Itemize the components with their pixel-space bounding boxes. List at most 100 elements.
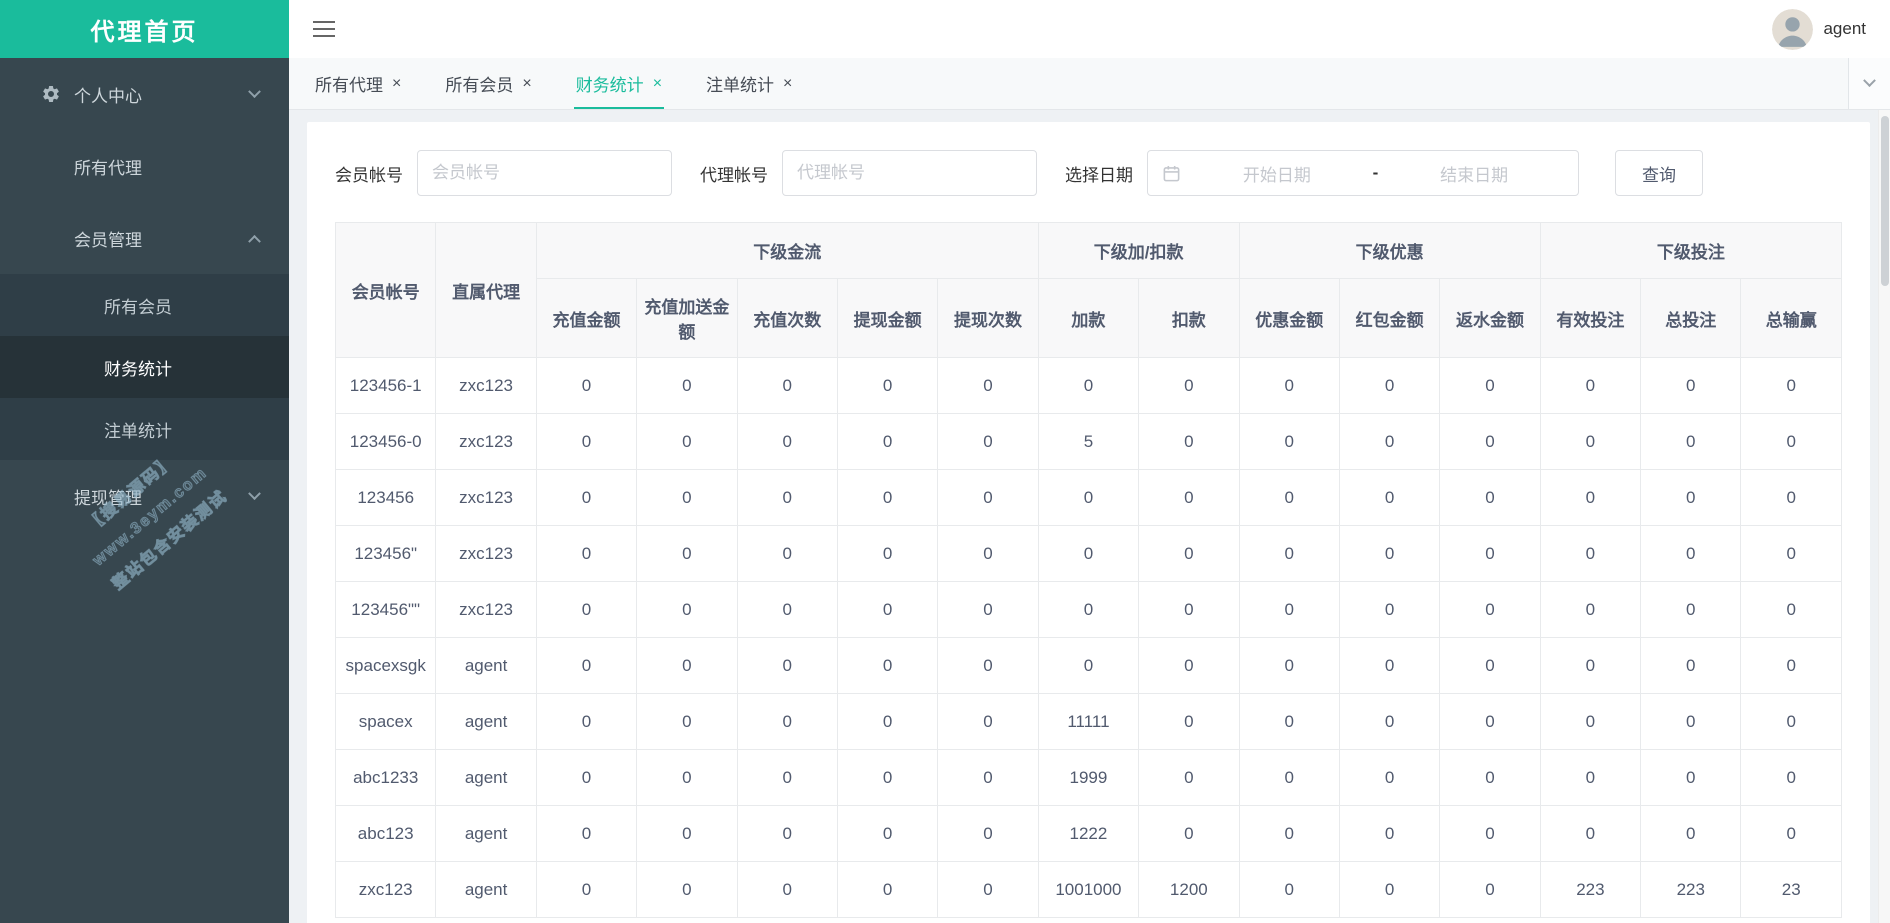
column-header: 提现次数 xyxy=(938,279,1038,358)
cell-value: 0 xyxy=(938,414,1038,470)
sidebar-item-all-members[interactable]: 所有会员 xyxy=(0,274,289,336)
cell-member-account: spacex xyxy=(336,694,436,750)
cell-value: 223 xyxy=(1641,862,1741,918)
cell-value: 0 xyxy=(737,862,837,918)
cell-value: 1001000 xyxy=(1038,862,1138,918)
cell-value: 0 xyxy=(1641,414,1741,470)
cell-value: 0 xyxy=(1139,414,1239,470)
table-row: 123456""zxc1230000000000000 xyxy=(336,582,1842,638)
cell-value: 0 xyxy=(1540,638,1640,694)
close-icon[interactable]: × xyxy=(522,76,531,92)
chevron-down-icon xyxy=(250,486,259,506)
cell-direct-agent: agent xyxy=(436,638,536,694)
sidebar-item-personal-center[interactable]: 个人中心 xyxy=(0,58,289,130)
cell-value: 0 xyxy=(637,694,737,750)
cell-value: 0 xyxy=(737,414,837,470)
cell-value: 0 xyxy=(737,358,837,414)
cell-value: 0 xyxy=(1440,526,1540,582)
cell-value: 5 xyxy=(1038,414,1138,470)
cell-value: 0 xyxy=(1440,582,1540,638)
cell-value: 0 xyxy=(1339,470,1439,526)
cell-direct-agent: agent xyxy=(436,806,536,862)
tab-finance-stats[interactable]: 财务统计 × xyxy=(570,58,668,109)
cell-value: 0 xyxy=(1239,414,1339,470)
cell-member-account: 123456-0 xyxy=(336,414,436,470)
column-header: 红包金额 xyxy=(1339,279,1439,358)
tabbar-collapse-button[interactable] xyxy=(1848,58,1890,109)
cell-value: 0 xyxy=(837,806,937,862)
cell-value: 0 xyxy=(1239,638,1339,694)
scrollbar-thumb[interactable] xyxy=(1881,116,1889,286)
close-icon[interactable]: × xyxy=(783,76,792,92)
cell-value: 0 xyxy=(1540,806,1640,862)
column-header: 充值加送金额 xyxy=(637,279,737,358)
cell-value: 0 xyxy=(1540,526,1640,582)
cell-value: 0 xyxy=(536,638,636,694)
column-header: 充值金额 xyxy=(536,279,636,358)
tab-label: 所有会员 xyxy=(445,71,513,96)
cell-value: 0 xyxy=(1239,694,1339,750)
cell-value: 0 xyxy=(637,470,737,526)
cell-value: 0 xyxy=(1339,694,1439,750)
cell-value: 0 xyxy=(1239,526,1339,582)
top-bar: agent xyxy=(289,0,1890,58)
agent-account-input[interactable] xyxy=(782,150,1037,196)
tab-bet-stats[interactable]: 注单统计 × xyxy=(700,58,798,109)
close-icon[interactable]: × xyxy=(392,76,401,92)
sidebar-item-finance-stats[interactable]: 财务统计 xyxy=(0,336,289,398)
tab-all-members[interactable]: 所有会员 × xyxy=(439,58,537,109)
tab-label: 注单统计 xyxy=(706,71,774,96)
cell-value: 0 xyxy=(837,526,937,582)
date-range-picker[interactable]: 开始日期 - 结束日期 xyxy=(1147,150,1579,196)
vertical-scrollbar[interactable] xyxy=(1878,110,1890,923)
user-menu[interactable]: agent xyxy=(1772,9,1866,50)
content-area: 会员帐号 代理帐号 选择日期 开始日期 - 结束日期 查询 xyxy=(289,110,1890,923)
table-row: 123456zxc1230000000000000 xyxy=(336,470,1842,526)
sidebar-item-bet-stats[interactable]: 注单统计 xyxy=(0,398,289,460)
tab-label: 所有代理 xyxy=(315,71,383,96)
main-area: agent 所有代理 × 所有会员 × 财务统计 × 注单统计 × xyxy=(289,0,1890,923)
cell-value: 0 xyxy=(1741,582,1842,638)
cell-value: 0 xyxy=(1239,470,1339,526)
sidebar: 代理首页 个人中心 所有代理 会员管理 所有会员 xyxy=(0,0,289,923)
hamburger-menu-icon[interactable] xyxy=(313,21,335,37)
sidebar-item-label: 注单统计 xyxy=(104,417,172,442)
cell-value: 0 xyxy=(837,638,937,694)
sidebar-item-withdrawal-management[interactable]: 提现管理 xyxy=(0,460,289,532)
query-button[interactable]: 查询 xyxy=(1615,150,1703,196)
cell-value: 0 xyxy=(938,694,1038,750)
cell-direct-agent: zxc123 xyxy=(436,358,536,414)
cell-value: 0 xyxy=(938,806,1038,862)
cell-value: 0 xyxy=(1540,750,1640,806)
filter-bar: 会员帐号 代理帐号 选择日期 开始日期 - 结束日期 查询 xyxy=(335,150,1842,196)
tab-all-agents[interactable]: 所有代理 × xyxy=(309,58,407,109)
cell-value: 0 xyxy=(1139,694,1239,750)
cell-value: 0 xyxy=(1641,806,1741,862)
cell-value: 0 xyxy=(536,470,636,526)
cell-value: 0 xyxy=(1641,638,1741,694)
table-row: 123456"zxc1230000000000000 xyxy=(336,526,1842,582)
cell-value: 0 xyxy=(1641,526,1741,582)
cell-value: 0 xyxy=(938,358,1038,414)
cell-direct-agent: zxc123 xyxy=(436,582,536,638)
end-date-placeholder: 结束日期 xyxy=(1384,161,1564,186)
cell-member-account: 123456" xyxy=(336,526,436,582)
cell-value: 0 xyxy=(637,582,737,638)
cell-value: 0 xyxy=(536,694,636,750)
cell-direct-agent: agent xyxy=(436,750,536,806)
member-account-input[interactable] xyxy=(417,150,672,196)
username: agent xyxy=(1823,19,1866,39)
sidebar-item-all-agents[interactable]: 所有代理 xyxy=(0,130,289,202)
avatar[interactable] xyxy=(1772,9,1813,50)
table-row: abc123agent0000012220000000 xyxy=(336,806,1842,862)
group-header-adjustments: 下级加/扣款 xyxy=(1038,223,1239,279)
cell-value: 0 xyxy=(536,862,636,918)
close-icon[interactable]: × xyxy=(653,76,662,92)
cell-value: 0 xyxy=(1641,470,1741,526)
cell-member-account: abc1233 xyxy=(336,750,436,806)
group-header-betting: 下级投注 xyxy=(1540,223,1841,279)
sidebar-item-member-management[interactable]: 会员管理 xyxy=(0,202,289,274)
cell-value: 0 xyxy=(637,526,737,582)
cell-value: 0 xyxy=(1440,806,1540,862)
cell-value: 0 xyxy=(737,694,837,750)
